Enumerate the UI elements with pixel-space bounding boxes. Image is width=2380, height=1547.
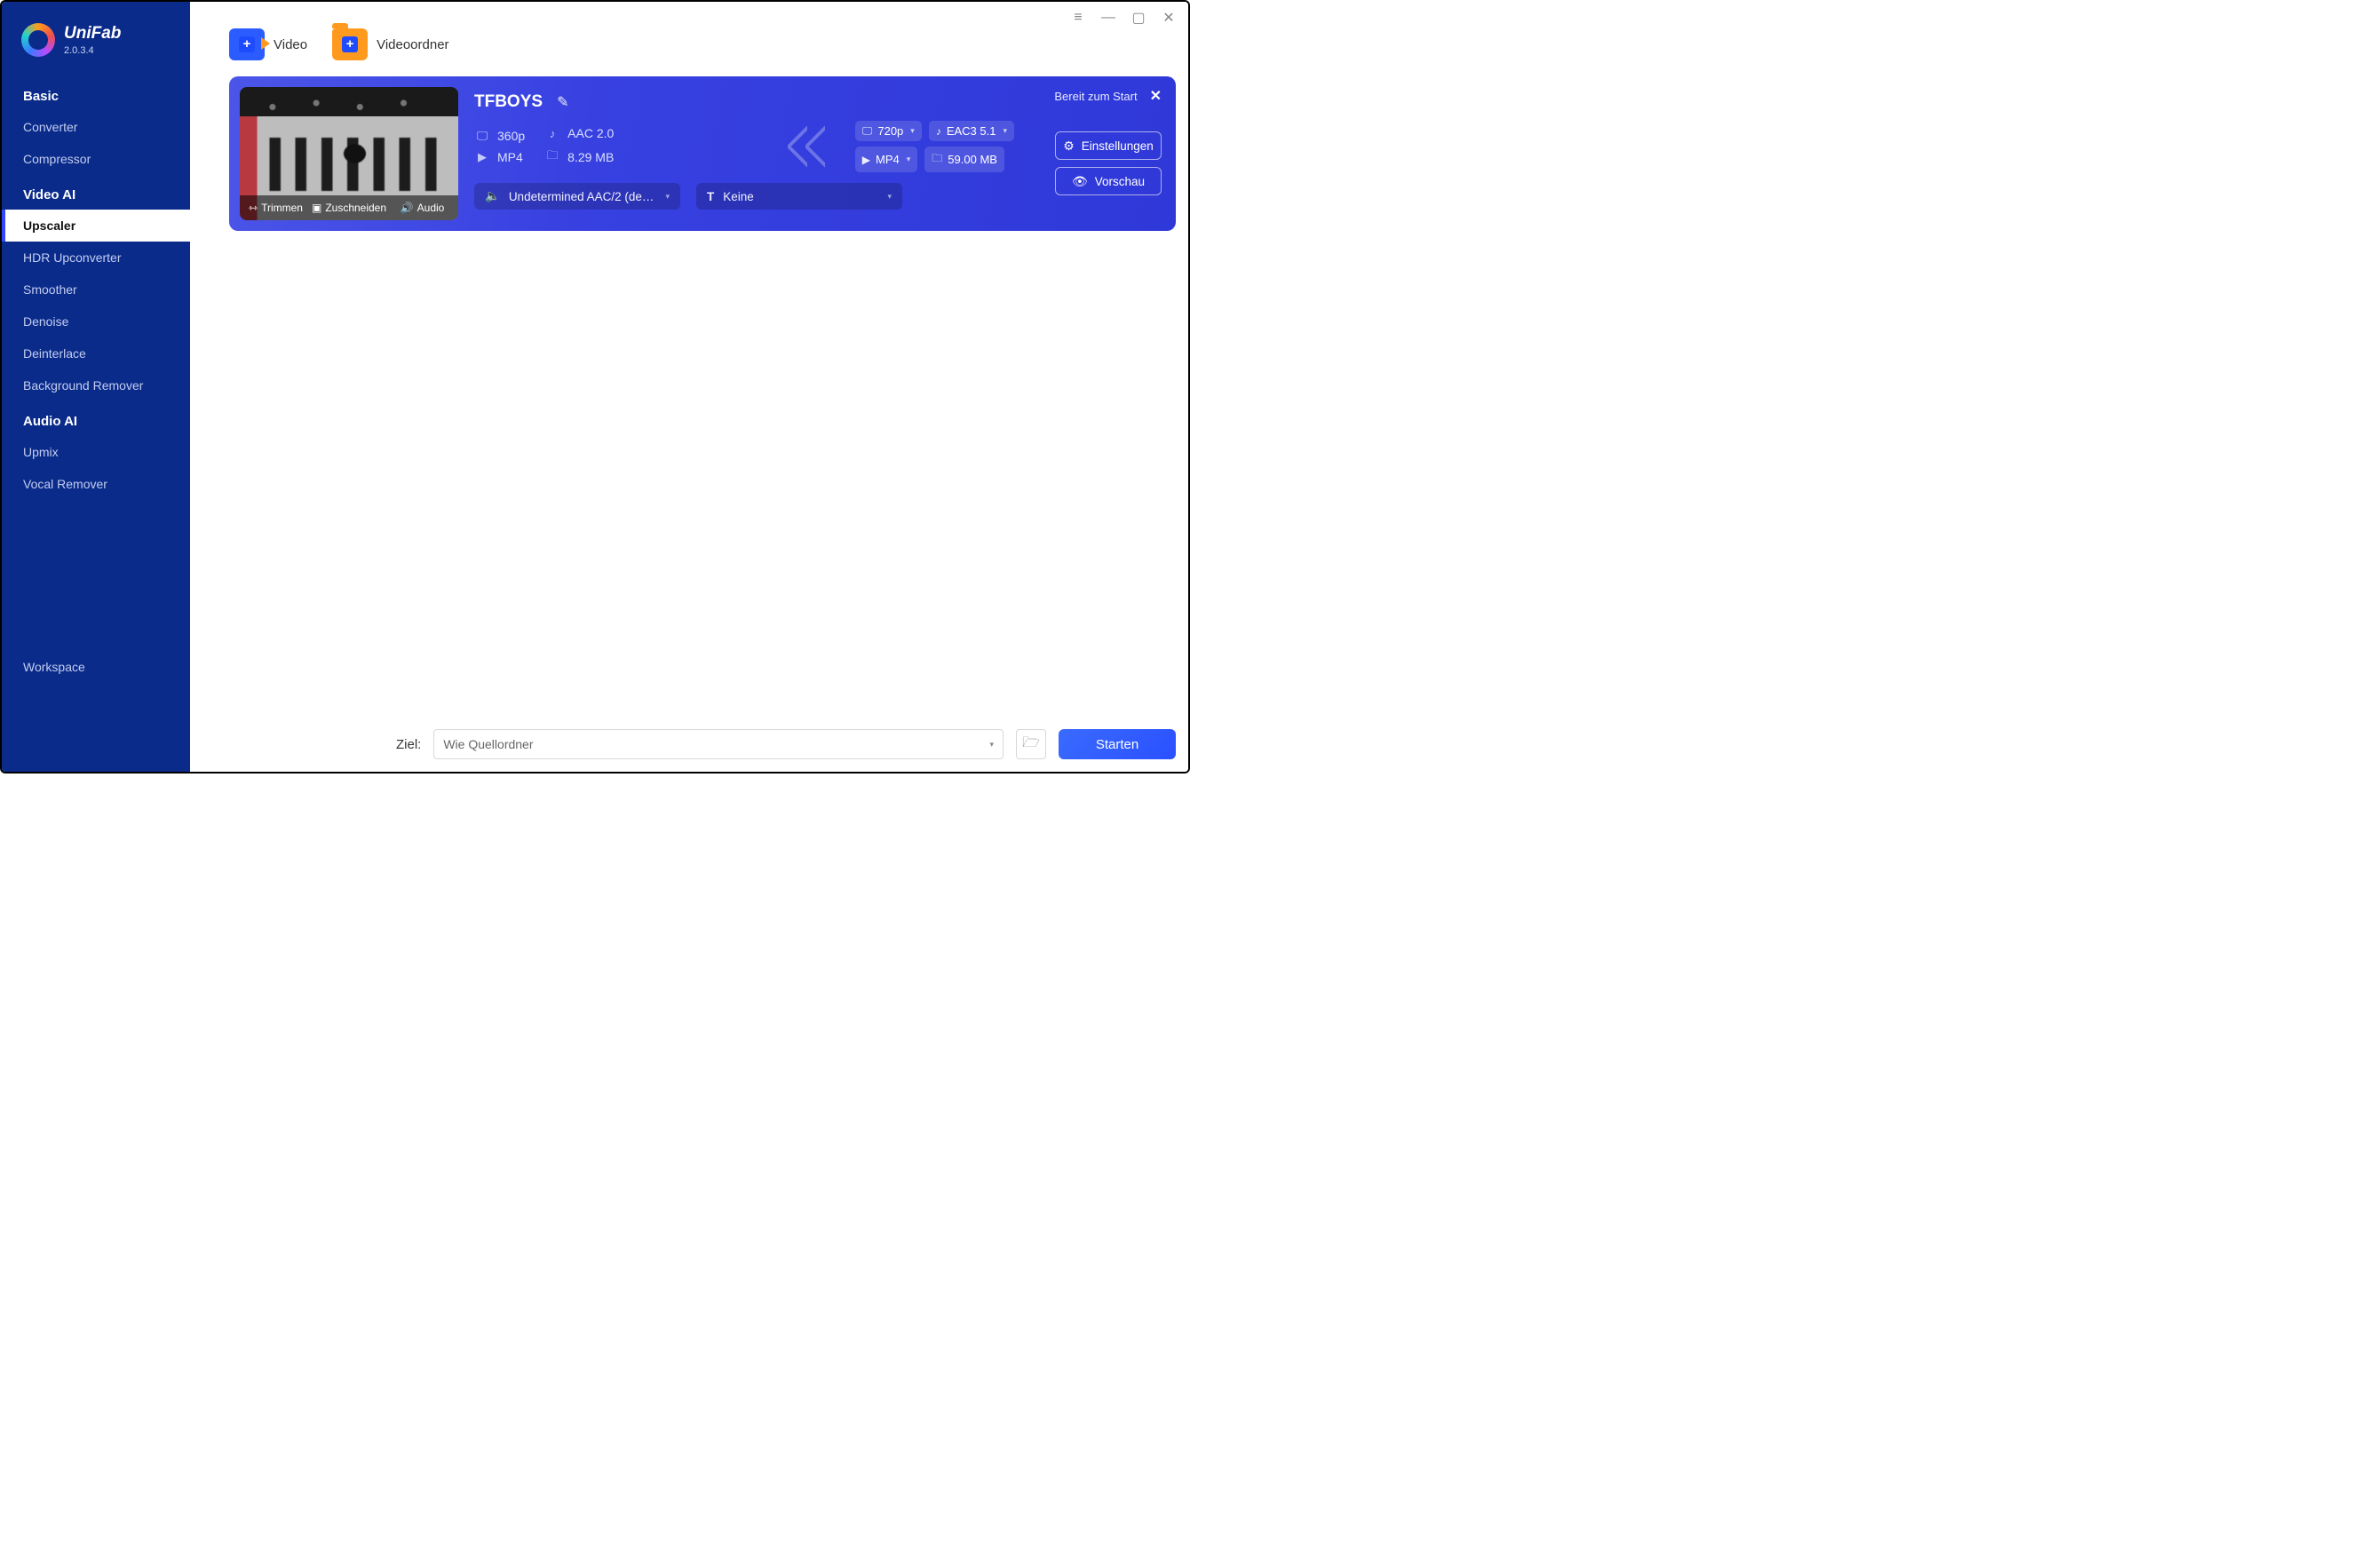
preview-button[interactable]: 👁 Vorschau	[1055, 167, 1162, 195]
audio-track-select[interactable]: 🔈Undetermined AAC/2 (default) ▾	[474, 183, 680, 210]
video-icon: +	[229, 28, 265, 60]
output-container-select[interactable]: ▶MP4▾	[855, 147, 918, 172]
audio-track-value: Undetermined AAC/2 (default)	[509, 190, 657, 203]
target-path-value: Wie Quellordner	[443, 737, 533, 751]
status-text: Bereit zum Start	[1054, 90, 1137, 103]
output-audio-select[interactable]: ♪EAC3 5.1▾	[929, 121, 1014, 141]
arrow-icon	[788, 125, 836, 168]
storage-icon: 🗀	[932, 150, 942, 169]
brand-logo-icon	[21, 23, 55, 57]
app-window: UniFab 2.0.3.4 Basic Converter Compresso…	[0, 0, 1190, 774]
crop-label: Zuschneiden	[325, 202, 386, 214]
src-res: 360p	[497, 129, 525, 143]
sidebar-item-vocal-remover[interactable]: Vocal Remover	[2, 468, 190, 500]
sidebar-item-background-remover[interactable]: Background Remover	[2, 369, 190, 401]
target-label: Ziel:	[396, 737, 421, 752]
toolbar: + Video + Videoordner	[190, 2, 1188, 76]
sidebar-item-smoother[interactable]: Smoother	[2, 274, 190, 305]
crop-button[interactable]: ▣ Zuschneiden	[312, 195, 386, 220]
note-icon: ♪	[544, 127, 560, 140]
browse-folder-button[interactable]: 🗁	[1016, 729, 1046, 759]
output-size: 🗀 59.00 MB	[924, 147, 1004, 172]
maximize-icon[interactable]: ▢	[1126, 7, 1151, 28]
brand-name: UniFab	[64, 24, 121, 44]
trim-label: Trimmen	[261, 202, 303, 214]
sidebar-item-hdr-upconverter[interactable]: HDR Upconverter	[2, 242, 190, 274]
storage-icon: 🗀	[544, 147, 560, 167]
play-icon: ▶	[862, 154, 870, 166]
video-thumbnail[interactable]: ⇿ Trimmen ▣ Zuschneiden 🔊 Audio	[240, 87, 458, 220]
audio-button[interactable]: 🔊 Audio	[386, 195, 458, 220]
output-res-value: 720p	[877, 124, 903, 138]
crop-icon: ▣	[312, 202, 321, 214]
src-container: MP4	[497, 150, 523, 164]
thumb-toolbar: ⇿ Trimmen ▣ Zuschneiden 🔊 Audio	[240, 195, 458, 220]
section-audioai: Audio AI	[2, 401, 190, 436]
subtitle-value: Keine	[723, 190, 754, 203]
output-res-select[interactable]: 🖵720p▾	[855, 121, 922, 141]
audio-label: Audio	[417, 202, 445, 214]
sidebar-item-compressor[interactable]: Compressor	[2, 143, 190, 175]
minimize-icon[interactable]: —	[1096, 7, 1121, 28]
source-props: 🖵 360p ▶ MP4	[474, 129, 525, 164]
brand: UniFab 2.0.3.4	[2, 18, 190, 76]
output-container-value: MP4	[876, 153, 900, 166]
section-videoai: Video AI	[2, 175, 190, 210]
start-label: Starten	[1096, 737, 1138, 752]
add-video-label: Video	[274, 37, 307, 52]
trim-icon: ⇿	[249, 202, 258, 214]
folder-open-icon: 🗁	[1022, 733, 1040, 757]
preview-label: Vorschau	[1095, 175, 1145, 188]
sidebar-item-upscaler[interactable]: Upscaler	[2, 210, 190, 242]
target-path-select[interactable]: Wie Quellordner ▾	[433, 729, 1004, 759]
gear-icon: ⚙	[1063, 139, 1075, 154]
source-props-2: ♪ AAC 2.0 🗀 8.29 MB	[544, 126, 614, 167]
sidebar-item-upmix[interactable]: Upmix	[2, 436, 190, 468]
monitor-icon: 🖵	[474, 129, 490, 143]
start-button[interactable]: Starten	[1059, 729, 1176, 759]
remove-card-icon[interactable]: ✕	[1150, 87, 1162, 105]
main-area: ≡ — ▢ ✕ + Video + Videoordner	[190, 2, 1188, 772]
settings-button[interactable]: ⚙ Einstellungen	[1055, 131, 1162, 160]
close-window-icon[interactable]: ✕	[1156, 7, 1181, 28]
sidebar-item-converter[interactable]: Converter	[2, 111, 190, 143]
settings-label: Einstellungen	[1082, 139, 1154, 153]
monitor-icon: 🖵	[862, 124, 873, 138]
footer: Ziel: Wie Quellordner ▾ 🗁 Starten	[396, 729, 1176, 759]
sidebar: UniFab 2.0.3.4 Basic Converter Compresso…	[2, 2, 190, 772]
video-card: ⇿ Trimmen ▣ Zuschneiden 🔊 Audio	[229, 76, 1176, 231]
eye-icon: 👁	[1072, 174, 1088, 189]
text-icon: T	[707, 190, 714, 203]
speaker-icon: 🔈	[485, 189, 500, 203]
add-video-button[interactable]: + Video	[229, 28, 307, 60]
add-folder-button[interactable]: + Videoordner	[332, 28, 448, 60]
output-size-value: 59.00 MB	[948, 153, 997, 166]
sidebar-item-deinterlace[interactable]: Deinterlace	[2, 337, 190, 369]
sidebar-item-denoise[interactable]: Denoise	[2, 305, 190, 337]
window-controls: ≡ — ▢ ✕	[1066, 7, 1181, 28]
play-icon: ▶	[474, 150, 490, 164]
trim-button[interactable]: ⇿ Trimmen	[240, 195, 312, 220]
sidebar-item-workspace[interactable]: Workspace	[2, 651, 190, 683]
folder-icon: +	[332, 28, 368, 60]
hamburger-icon[interactable]: ≡	[1066, 7, 1091, 28]
subtitle-select[interactable]: TKeine ▾	[696, 183, 902, 210]
add-folder-label: Videoordner	[377, 37, 448, 52]
src-size: 8.29 MB	[567, 150, 614, 164]
edit-title-icon[interactable]: ✎	[557, 93, 568, 111]
speaker-icon: 🔊	[401, 202, 414, 214]
section-basic: Basic	[2, 76, 190, 111]
brand-version: 2.0.3.4	[64, 45, 121, 56]
video-title: TFBOYS	[474, 92, 543, 112]
src-audio: AAC 2.0	[567, 126, 614, 140]
output-audio-value: EAC3 5.1	[947, 124, 996, 138]
note-icon: ♪	[936, 125, 941, 138]
